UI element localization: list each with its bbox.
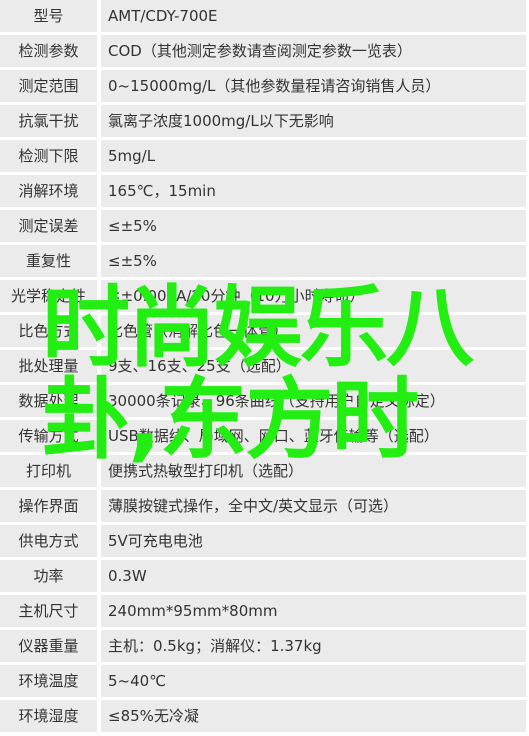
spec-label: 供电方式 [0,525,97,557]
spec-row: 功率 0.3W [0,560,529,592]
spec-value: 比色管（消解比色一体管） [101,315,526,347]
spec-value: USB数据线、局域网、网口、蓝牙传输等（选配） [101,420,526,452]
spec-value: 9支、16支、25支（选配） [101,350,526,382]
spec-label: 传输方式 [0,420,97,452]
spec-row: 批处理量 9支、16支、25支（选配） [0,350,529,382]
spec-label: 检测参数 [0,35,97,67]
spec-label: 检测下限 [0,140,97,172]
spec-row: 主机尺寸 240mm*95mm*80mm [0,595,529,627]
spec-row: 消解环境 165℃，15min [0,175,529,207]
spec-label: 抗氯干扰 [0,105,97,137]
spec-row: 数据处理 30000条记录、96条曲线（支持用户自定义标定） [0,385,529,417]
spec-label: 操作界面 [0,490,97,522]
spec-row: 传输方式 USB数据线、局域网、网口、蓝牙传输等（选配） [0,420,529,452]
spec-value: ≤±5% [101,210,526,242]
spec-row: 检测参数 COD（其他测定参数请查阅测定参数一览表） [0,35,529,67]
spec-row: 重复性 ≤±5% [0,245,529,277]
spec-row: 测定误差 ≤±5% [0,210,529,242]
spec-label: 测定误差 [0,210,97,242]
spec-row: 比色方式 比色管（消解比色一体管） [0,315,529,347]
spec-value: 主机：0.5kg；消解仪：1.37kg [101,630,526,662]
spec-label: 环境湿度 [0,700,97,732]
spec-row: 测定范围 0~15000mg/L（其他参数量程请咨询销售人员） [0,70,529,102]
spec-label: 测定范围 [0,70,97,102]
spec-row: 操作界面 薄膜按键式操作，全中文/英文显示（可选） [0,490,529,522]
spec-value: 165℃，15min [101,175,526,207]
spec-label: 环境温度 [0,665,97,697]
spec-label: 数据处理 [0,385,97,417]
spec-value: 氯离子浓度1000mg/L以下无影响 [101,105,526,137]
spec-label: 打印机 [0,455,97,487]
spec-row: 检测下限 5mg/L [0,140,529,172]
spec-value: ≤±0.001A/20分钟（10万小时寿命） [101,280,526,312]
spec-label: 主机尺寸 [0,595,97,627]
spec-table: 型号 AMT/CDY-700E 检测参数 COD（其他测定参数请查阅测定参数一览表）测… [0,0,529,735]
spec-row: 供电方式 5V可充电电池 [0,525,529,557]
spec-label: 重复性 [0,245,97,277]
spec-row: 环境湿度 ≤85%无冷凝 [0,700,529,732]
spec-value: 0.3W [101,560,526,592]
spec-value: AMT/CDY-700E [101,0,526,32]
spec-value: ≤±5% [101,245,526,277]
spec-value: 5V可充电电池 [101,525,526,557]
spec-label: 光学稳定性 [0,280,97,312]
spec-row: 仪器重量 主机：0.5kg；消解仪：1.37kg [0,630,529,662]
spec-label: 比色方式 [0,315,97,347]
spec-label: 功率 [0,560,97,592]
spec-row: 打印机 便携式热敏型打印机（选配） [0,455,529,487]
spec-value: 5mg/L [101,140,526,172]
spec-label: 批处理量 [0,350,97,382]
spec-value: 便携式热敏型打印机（选配） [101,455,526,487]
spec-label: 消解环境 [0,175,97,207]
spec-value: 30000条记录、96条曲线（支持用户自定义标定） [101,385,526,417]
spec-label: 型号 [0,0,97,32]
spec-value: ≤85%无冷凝 [101,700,526,732]
spec-row: 型号 AMT/CDY-700E [0,0,529,32]
spec-value: 薄膜按键式操作，全中文/英文显示（可选） [101,490,526,522]
spec-value: 5~40℃ [101,665,526,697]
spec-row: 光学稳定性 ≤±0.001A/20分钟（10万小时寿命） [0,280,529,312]
spec-value: 0~15000mg/L（其他参数量程请咨询销售人员） [101,70,526,102]
spec-value: COD（其他测定参数请查阅测定参数一览表） [101,35,526,67]
spec-row: 抗氯干扰 氯离子浓度1000mg/L以下无影响 [0,105,529,137]
spec-value: 240mm*95mm*80mm [101,595,526,627]
spec-row: 环境温度 5~40℃ [0,665,529,697]
spec-label: 仪器重量 [0,630,97,662]
